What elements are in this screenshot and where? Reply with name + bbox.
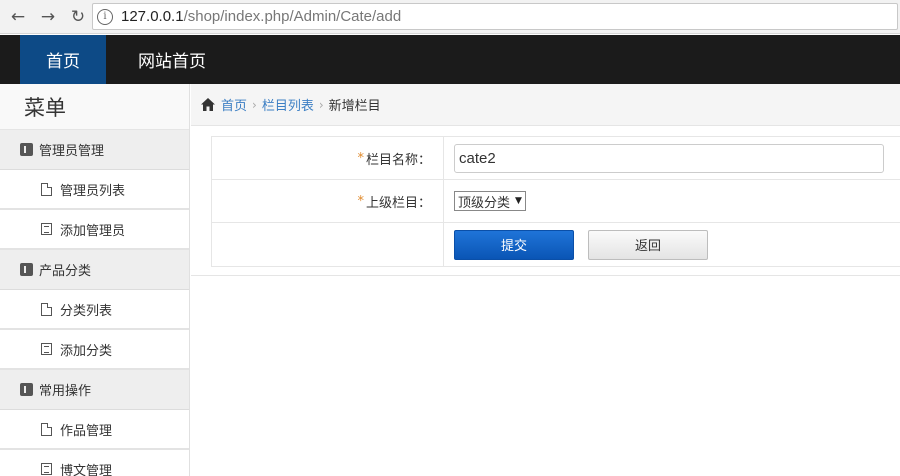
sidebar-item-admin-add[interactable]: 添加管理员 bbox=[0, 210, 189, 250]
sidebar-title: 菜单 bbox=[0, 84, 189, 130]
dropdown-caret-icon: ▼ bbox=[515, 196, 522, 206]
breadcrumb-separator: › bbox=[252, 97, 257, 112]
required-mark: * bbox=[357, 193, 364, 209]
url-path: /shop/index.php/Admin/Cate/add bbox=[183, 8, 402, 25]
select-value: 顶级分类 bbox=[458, 195, 511, 211]
sidebar-item-label: 管理员列表 bbox=[60, 183, 126, 199]
info-icon[interactable]: i bbox=[97, 8, 113, 25]
sidebar-item-label: 作品管理 bbox=[60, 423, 113, 439]
sidebar-item-label: 分类列表 bbox=[60, 303, 113, 319]
category-form: * 栏目名称： * 上级栏目： 顶级分类 ▼ 提交 返回 bbox=[211, 136, 900, 267]
actions-cell: 提交 返回 bbox=[444, 223, 900, 266]
actions-label-cell bbox=[212, 223, 444, 266]
breadcrumb-separator: › bbox=[318, 97, 324, 112]
group-label: 管理员管理 bbox=[39, 144, 105, 159]
category-name-input[interactable] bbox=[454, 143, 884, 173]
top-navbar: 首页 网站首页 bbox=[0, 35, 900, 84]
reload-icon[interactable]: ↻ bbox=[66, 5, 90, 29]
parent-label: * 上级栏目： bbox=[212, 180, 444, 222]
group-icon bbox=[20, 143, 33, 156]
form-row-parent: * 上级栏目： 顶级分类 ▼ bbox=[212, 180, 900, 223]
breadcrumb-list-link[interactable]: 栏目列表 bbox=[262, 95, 314, 114]
doc-icon bbox=[41, 302, 52, 316]
back-arrow-icon[interactable]: ← bbox=[6, 5, 30, 29]
sidebar-group-category[interactable]: 产品分类 bbox=[0, 250, 189, 290]
name-field-cell bbox=[444, 137, 900, 179]
name-label-text: 栏目名称： bbox=[365, 152, 431, 168]
sidebar: 菜单 管理员管理 管理员列表 添加管理员 产品分类 分类列表 添加分类 常用操作… bbox=[0, 84, 190, 476]
doc-icon bbox=[41, 422, 52, 436]
nav-home-link[interactable]: 首页 bbox=[20, 35, 106, 84]
sidebar-item-category-list[interactable]: 分类列表 bbox=[0, 290, 189, 330]
sidebar-item-blog[interactable]: 博文管理 bbox=[0, 450, 189, 476]
sidebar-item-label: 博文管理 bbox=[60, 463, 113, 476]
doc-icon bbox=[41, 182, 52, 196]
sidebar-item-label: 添加分类 bbox=[60, 343, 113, 359]
required-mark: * bbox=[357, 150, 364, 166]
submit-button[interactable]: 提交 bbox=[454, 229, 574, 260]
parent-category-select[interactable]: 顶级分类 ▼ bbox=[454, 191, 526, 211]
breadcrumb-current: 新增栏目 bbox=[328, 99, 381, 114]
sidebar-group-common[interactable]: 常用操作 bbox=[0, 370, 189, 410]
address-bar[interactable]: i 127.0.0.1/shop/index.php/Admin/Cate/ad… bbox=[92, 3, 898, 30]
group-label: 常用操作 bbox=[39, 384, 92, 399]
list-icon bbox=[41, 223, 52, 235]
browser-toolbar: ← → ↻ i 127.0.0.1/shop/index.php/Admin/C… bbox=[0, 0, 900, 34]
group-label: 产品分类 bbox=[39, 264, 92, 279]
sidebar-item-label: 添加管理员 bbox=[60, 223, 126, 239]
list-icon bbox=[41, 463, 52, 475]
sidebar-group-admin[interactable]: 管理员管理 bbox=[0, 130, 189, 170]
main-content: * 栏目名称： * 上级栏目： 顶级分类 ▼ 提交 返回 bbox=[191, 126, 900, 276]
nav-site-home-link[interactable]: 网站首页 bbox=[122, 35, 222, 84]
parent-field-cell: 顶级分类 ▼ bbox=[444, 180, 900, 222]
form-row-name: * 栏目名称： bbox=[212, 137, 900, 180]
home-icon bbox=[201, 98, 215, 111]
group-icon bbox=[20, 383, 33, 396]
sidebar-item-works[interactable]: 作品管理 bbox=[0, 410, 189, 450]
breadcrumb-home-link[interactable]: 首页 bbox=[221, 95, 247, 114]
back-button[interactable]: 返回 bbox=[588, 229, 708, 260]
sidebar-item-category-add[interactable]: 添加分类 bbox=[0, 330, 189, 370]
sidebar-item-admin-list[interactable]: 管理员列表 bbox=[0, 170, 189, 210]
name-label: * 栏目名称： bbox=[212, 137, 444, 179]
url-host: 127.0.0.1 bbox=[121, 8, 184, 25]
breadcrumb: 首页 › 栏目列表 › 新增栏目 bbox=[191, 84, 900, 126]
form-row-actions: 提交 返回 bbox=[212, 223, 900, 266]
group-icon bbox=[20, 263, 33, 276]
forward-arrow-icon[interactable]: → bbox=[36, 5, 60, 29]
parent-label-text: 上级栏目： bbox=[365, 195, 431, 211]
list-icon bbox=[41, 343, 52, 355]
